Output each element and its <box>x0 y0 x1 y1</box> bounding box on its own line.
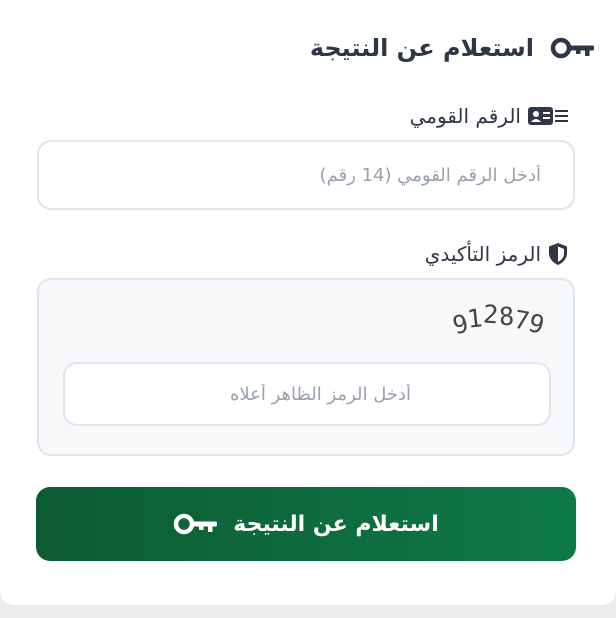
submit-button-label: استعلام عن النتيجة <box>233 511 439 537</box>
captcha-input[interactable] <box>63 362 551 426</box>
captcha-code: 912879 <box>449 299 548 340</box>
key-icon <box>173 512 219 536</box>
result-inquiry-card: استعلام عن النتيجة الرقم القومي الرم <box>0 0 616 605</box>
id-card-icon <box>527 105 569 127</box>
captcha-char: 2 <box>481 299 500 330</box>
national-id-input[interactable] <box>37 140 575 210</box>
captcha-char: 1 <box>465 303 485 334</box>
captcha-label: الرمز التأكيدي <box>425 242 569 266</box>
captcha-label-text: الرمز التأكيدي <box>424 242 541 266</box>
national-id-label-text: الرقم القومي <box>409 104 521 128</box>
form-title: استعلام عن النتيجة <box>309 34 534 62</box>
captcha-box: 912879 <box>37 278 575 456</box>
national-id-label: الرقم القومي <box>410 104 569 128</box>
form-header: استعلام عن النتيجة <box>310 34 596 62</box>
submit-inquiry-button[interactable]: استعلام عن النتيجة <box>36 487 576 561</box>
key-icon <box>550 36 596 60</box>
shield-icon <box>547 242 569 266</box>
